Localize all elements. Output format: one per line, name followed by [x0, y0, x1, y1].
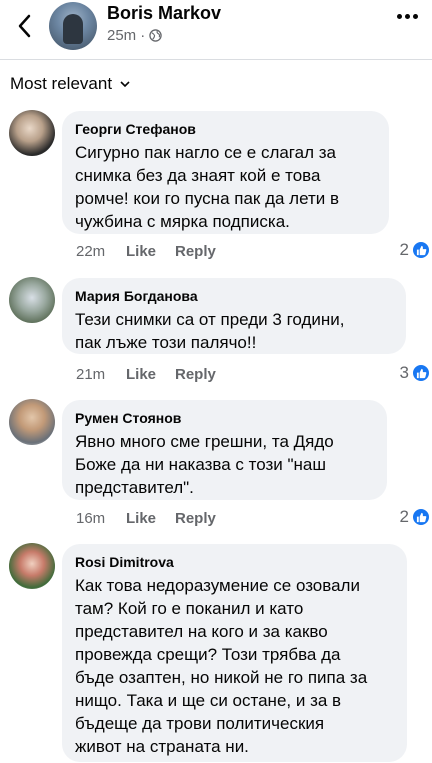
reaction-count[interactable]: 2 — [400, 240, 430, 260]
comment-line: представител на кого и за какво — [75, 622, 328, 641]
comment-bubble: Мария Богданова Тези снимки са от преди … — [62, 278, 406, 354]
comment-line: Боже да ни наказва с този "наш — [75, 455, 327, 474]
comment-line: Сигурно пак нагло се е слагал за — [75, 143, 336, 162]
comment-bubble: Rosi Dimitrova Как това недоразумение се… — [62, 544, 407, 762]
comment-text: Как това недоразумение се озовали там? К… — [75, 574, 394, 758]
comment-bubble: Румен Стоянов Явно много сме грешни, та … — [62, 400, 387, 500]
comment-line: Явно много сме грешни, та Дядо — [75, 432, 334, 451]
comment-line: там? Кой го е поканил и като — [75, 599, 304, 618]
reply-button[interactable]: Reply — [175, 243, 216, 260]
like-button[interactable]: Like — [126, 510, 175, 527]
sort-label: Most relevant — [10, 74, 113, 93]
comment-line: провежда срещи? Този трябва да — [75, 645, 341, 664]
reaction-count[interactable]: 3 — [400, 363, 430, 383]
comment-line: бъдеще да трови политическия — [75, 714, 325, 733]
comment-line: нищо. Така и ще си остане, и за в — [75, 691, 342, 710]
commenter-name[interactable]: Георги Стефанов — [75, 120, 376, 138]
comment-line: Тези снимки са от преди 3 години, — [75, 310, 345, 329]
comment-line: снимка без да знаят кой е това — [75, 166, 321, 185]
comment-line: чужбина с мярка подписка. — [75, 212, 290, 231]
comment-time[interactable]: 21m — [76, 366, 126, 383]
comment-line: Как това недоразумение се озовали — [75, 576, 360, 595]
comment-text: Сигурно пак нагло се е слагал за снимка … — [75, 141, 376, 233]
post-time[interactable]: 25m — [107, 27, 136, 44]
comment-text: Явно много сме грешни, та Дядо Боже да н… — [75, 430, 374, 499]
comment-time[interactable]: 16m — [76, 510, 126, 527]
like-button[interactable]: Like — [126, 366, 175, 383]
comment-actions: 21m Like Reply — [76, 366, 216, 383]
reaction-number: 2 — [399, 507, 409, 526]
reply-button[interactable]: Reply — [175, 510, 216, 527]
commenter-avatar[interactable] — [9, 399, 55, 445]
reaction-count[interactable]: 2 — [400, 507, 430, 527]
more-dot-icon — [397, 14, 402, 19]
commenter-name[interactable]: Румен Стоянов — [75, 409, 374, 427]
comment-actions: 16m Like Reply — [76, 510, 216, 527]
commenter-avatar[interactable] — [9, 543, 55, 589]
sort-dropdown[interactable]: Most relevant — [10, 74, 130, 94]
author-avatar[interactable] — [49, 2, 97, 50]
comment-text: Тези снимки са от преди 3 години, пак лъ… — [75, 308, 393, 354]
post-header: Boris Markov 25m · — [0, 0, 432, 60]
commenter-avatar[interactable] — [9, 277, 55, 323]
chevron-down-icon — [120, 80, 130, 87]
globe-icon — [149, 29, 162, 42]
comment-line: живот на страната ни. — [75, 737, 249, 756]
comment-line: представител". — [75, 478, 194, 497]
chevron-left-icon — [18, 14, 31, 38]
comment-line: ромче! кои го пусна пак да лети в — [75, 189, 340, 208]
more-dot-icon — [405, 14, 410, 19]
commenter-name[interactable]: Rosi Dimitrova — [75, 553, 394, 571]
comment-line: пак лъже този палячо!! — [75, 333, 257, 352]
comment-time[interactable]: 22m — [76, 243, 126, 260]
thumbs-up-icon — [412, 508, 430, 526]
thumbs-up-icon — [412, 241, 430, 259]
comment-actions: 22m Like Reply — [76, 243, 216, 260]
like-button[interactable]: Like — [126, 243, 175, 260]
commenter-name[interactable]: Мария Богданова — [75, 287, 393, 305]
reply-button[interactable]: Reply — [175, 366, 216, 383]
author-name[interactable]: Boris Markov — [107, 3, 221, 24]
comment-line: бъде озаптен, но никой не го пипа за — [75, 668, 368, 687]
back-button[interactable] — [10, 10, 38, 42]
post-meta: 25m · — [107, 27, 162, 44]
reaction-number: 3 — [399, 363, 409, 382]
reaction-number: 2 — [399, 240, 409, 259]
more-options-button[interactable] — [397, 14, 418, 19]
commenter-avatar[interactable] — [9, 110, 55, 156]
comment-bubble: Георги Стефанов Сигурно пак нагло се е с… — [62, 111, 389, 234]
thumbs-up-icon — [412, 364, 430, 382]
more-dot-icon — [413, 14, 418, 19]
meta-separator: · — [140, 27, 146, 44]
